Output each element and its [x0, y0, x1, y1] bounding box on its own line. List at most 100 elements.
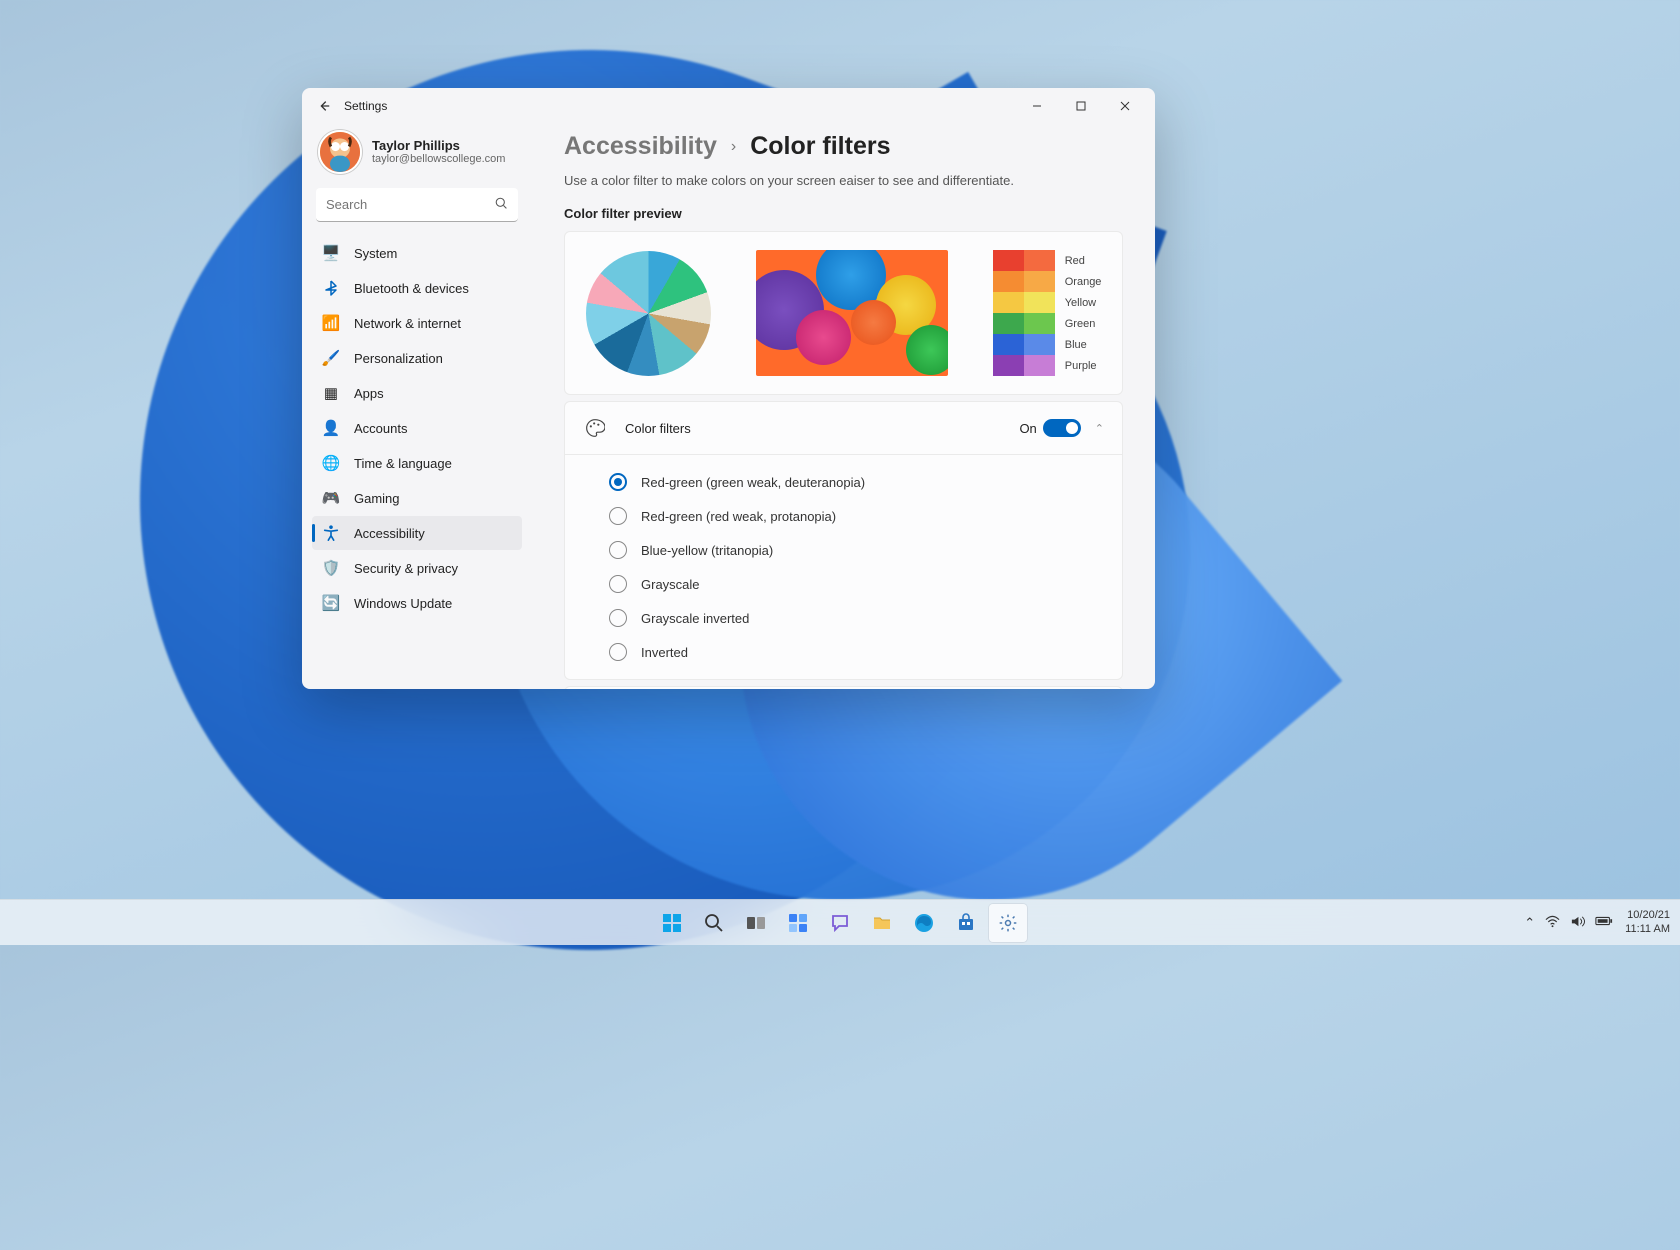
main-content[interactable]: Accessibility › Color filters Use a colo… [532, 124, 1155, 689]
taskbar-date: 10/20/21 [1625, 909, 1670, 923]
maximize-icon [1076, 101, 1086, 111]
window-title: Settings [344, 99, 387, 113]
nav-icon [322, 279, 340, 297]
radio-icon [609, 473, 627, 491]
back-arrow-icon [317, 99, 331, 113]
chevron-right-icon: › [731, 138, 736, 156]
sidebar-item-security-privacy[interactable]: 🛡️Security & privacy [312, 551, 522, 585]
taskbar-explorer[interactable] [863, 904, 901, 942]
sidebar-item-time-language[interactable]: 🌐 Time & language [312, 446, 522, 480]
sidebar-item-network-internet[interactable]: 📶 Network & internet [312, 306, 522, 340]
sidebar-item-bluetooth-devices[interactable]: Bluetooth & devices [312, 271, 522, 305]
taskbar-right: ⌃ 10/20/21 11:11 AM [1524, 909, 1670, 937]
search-icon [495, 197, 508, 213]
breadcrumb: Accessibility › Color filters [564, 132, 1123, 161]
sidebar-item-label: Accounts [354, 421, 407, 436]
sidebar-item-label: Bluetooth & devices [354, 281, 469, 296]
profile-name: Taylor Phillips [372, 138, 505, 154]
sidebar-item-personalization[interactable]: 🖌️ Personalization [312, 341, 522, 375]
sidebar-item-gaming[interactable]: 🎮 Gaming [312, 481, 522, 515]
avatar [318, 130, 362, 174]
volume-icon[interactable] [1570, 914, 1585, 932]
taskbar-edge[interactable] [905, 904, 943, 942]
swatch-label: Purple [1065, 355, 1102, 376]
sidebar-item-label: Gaming [354, 491, 400, 506]
nav-icon: ▦ [322, 384, 340, 402]
taskbar-widgets[interactable] [779, 904, 817, 942]
breadcrumb-parent[interactable]: Accessibility [564, 132, 717, 161]
radio-icon [609, 575, 627, 593]
color-filters-label: Color filters [625, 421, 691, 436]
preview-section-label: Color filter preview [564, 206, 1123, 221]
filter-option-label: Grayscale [641, 577, 700, 592]
taskbar: ⌃ 10/20/21 11:11 AM [0, 899, 1680, 945]
shortcut-toggle-row[interactable]: Keyboard shortcut for color filters Off [565, 687, 1122, 689]
radio-icon [609, 643, 627, 661]
filter-option[interactable]: Inverted [605, 635, 1122, 669]
page-description: Use a color filter to make colors on you… [564, 173, 1123, 188]
sidebar-item-windows-update[interactable]: 🔄Windows Update [312, 586, 522, 620]
minimize-button[interactable] [1015, 92, 1059, 120]
maximize-button[interactable] [1059, 92, 1103, 120]
taskbar-chat[interactable] [821, 904, 859, 942]
preview-pie-chart [586, 251, 711, 376]
close-icon [1120, 101, 1130, 111]
nav-icon: 🖥️ [322, 244, 340, 262]
start-button[interactable] [653, 904, 691, 942]
filter-option-label: Red-green (red weak, protanopia) [641, 509, 836, 524]
taskbar-time: 11:11 AM [1625, 923, 1670, 937]
filter-option[interactable]: Red-green (red weak, protanopia) [605, 499, 1122, 533]
wifi-icon[interactable] [1545, 914, 1560, 932]
tray-chevron-icon[interactable]: ⌃ [1524, 915, 1535, 931]
back-button[interactable] [310, 92, 338, 120]
titlebar: Settings [302, 88, 1155, 124]
close-button[interactable] [1103, 92, 1147, 120]
sidebar-item-accounts[interactable]: 👤 Accounts [312, 411, 522, 445]
profile-email: taylor@bellowscollege.com [372, 153, 505, 166]
swatch-label: Red [1065, 250, 1102, 271]
sidebar-item-label: Windows Update [354, 596, 452, 611]
filter-option[interactable]: Grayscale [605, 567, 1122, 601]
filter-option-label: Grayscale inverted [641, 611, 749, 626]
radio-icon [609, 507, 627, 525]
taskbar-settings[interactable] [989, 904, 1027, 942]
breadcrumb-current: Color filters [750, 132, 890, 161]
settings-window: Settings Taylor Phillips taylor@bellowsc… [302, 88, 1155, 689]
color-filters-card: Color filters On ⌃ Red-green (green weak… [564, 401, 1123, 680]
search-input[interactable] [316, 188, 518, 222]
swatch-label: Yellow [1065, 292, 1102, 313]
preview-swatches: RedOrangeYellowGreenBluePurple [993, 250, 1102, 376]
filter-option-label: Blue-yellow (tritanopia) [641, 543, 773, 558]
color-filters-toggle[interactable] [1043, 419, 1081, 437]
sidebar-item-apps[interactable]: ▦Apps [312, 376, 522, 410]
nav-icon: 🎮 [322, 489, 340, 507]
nav-icon: 📶 [322, 314, 340, 332]
palette-icon [583, 418, 607, 438]
sidebar-item-system[interactable]: 🖥️ System [312, 236, 522, 270]
profile-block[interactable]: Taylor Phillips taylor@bellowscollege.co… [312, 124, 522, 188]
filter-option[interactable]: Grayscale inverted [605, 601, 1122, 635]
color-filters-state-label: On [1019, 421, 1036, 436]
nav-icon: 🖌️ [322, 349, 340, 367]
color-filters-toggle-row[interactable]: Color filters On ⌃ [565, 402, 1122, 454]
radio-icon [609, 609, 627, 627]
filter-option[interactable]: Blue-yellow (tritanopia) [605, 533, 1122, 567]
sidebar-item-label: System [354, 246, 397, 261]
taskbar-search[interactable] [695, 904, 733, 942]
sidebar-item-label: Personalization [354, 351, 443, 366]
sidebar-item-accessibility[interactable]: Accessibility [312, 516, 522, 550]
battery-icon[interactable] [1595, 915, 1613, 930]
sidebar-item-label: Time & language [354, 456, 452, 471]
taskbar-clock[interactable]: 10/20/21 11:11 AM [1625, 909, 1670, 937]
nav-icon: 🌐 [322, 454, 340, 472]
nav-icon: 👤 [322, 419, 340, 437]
sidebar-item-label: Network & internet [354, 316, 461, 331]
taskbar-store[interactable] [947, 904, 985, 942]
swatch-label: Blue [1065, 334, 1102, 355]
search-box [316, 188, 518, 222]
filter-option[interactable]: Red-green (green weak, deuteranopia) [605, 465, 1122, 499]
chevron-up-icon[interactable]: ⌃ [1095, 422, 1104, 435]
nav-list: 🖥️ System Bluetooth & devices 📶 Network & in… [312, 236, 522, 620]
taskbar-taskview[interactable] [737, 904, 775, 942]
sidebar: Taylor Phillips taylor@bellowscollege.co… [302, 124, 532, 689]
